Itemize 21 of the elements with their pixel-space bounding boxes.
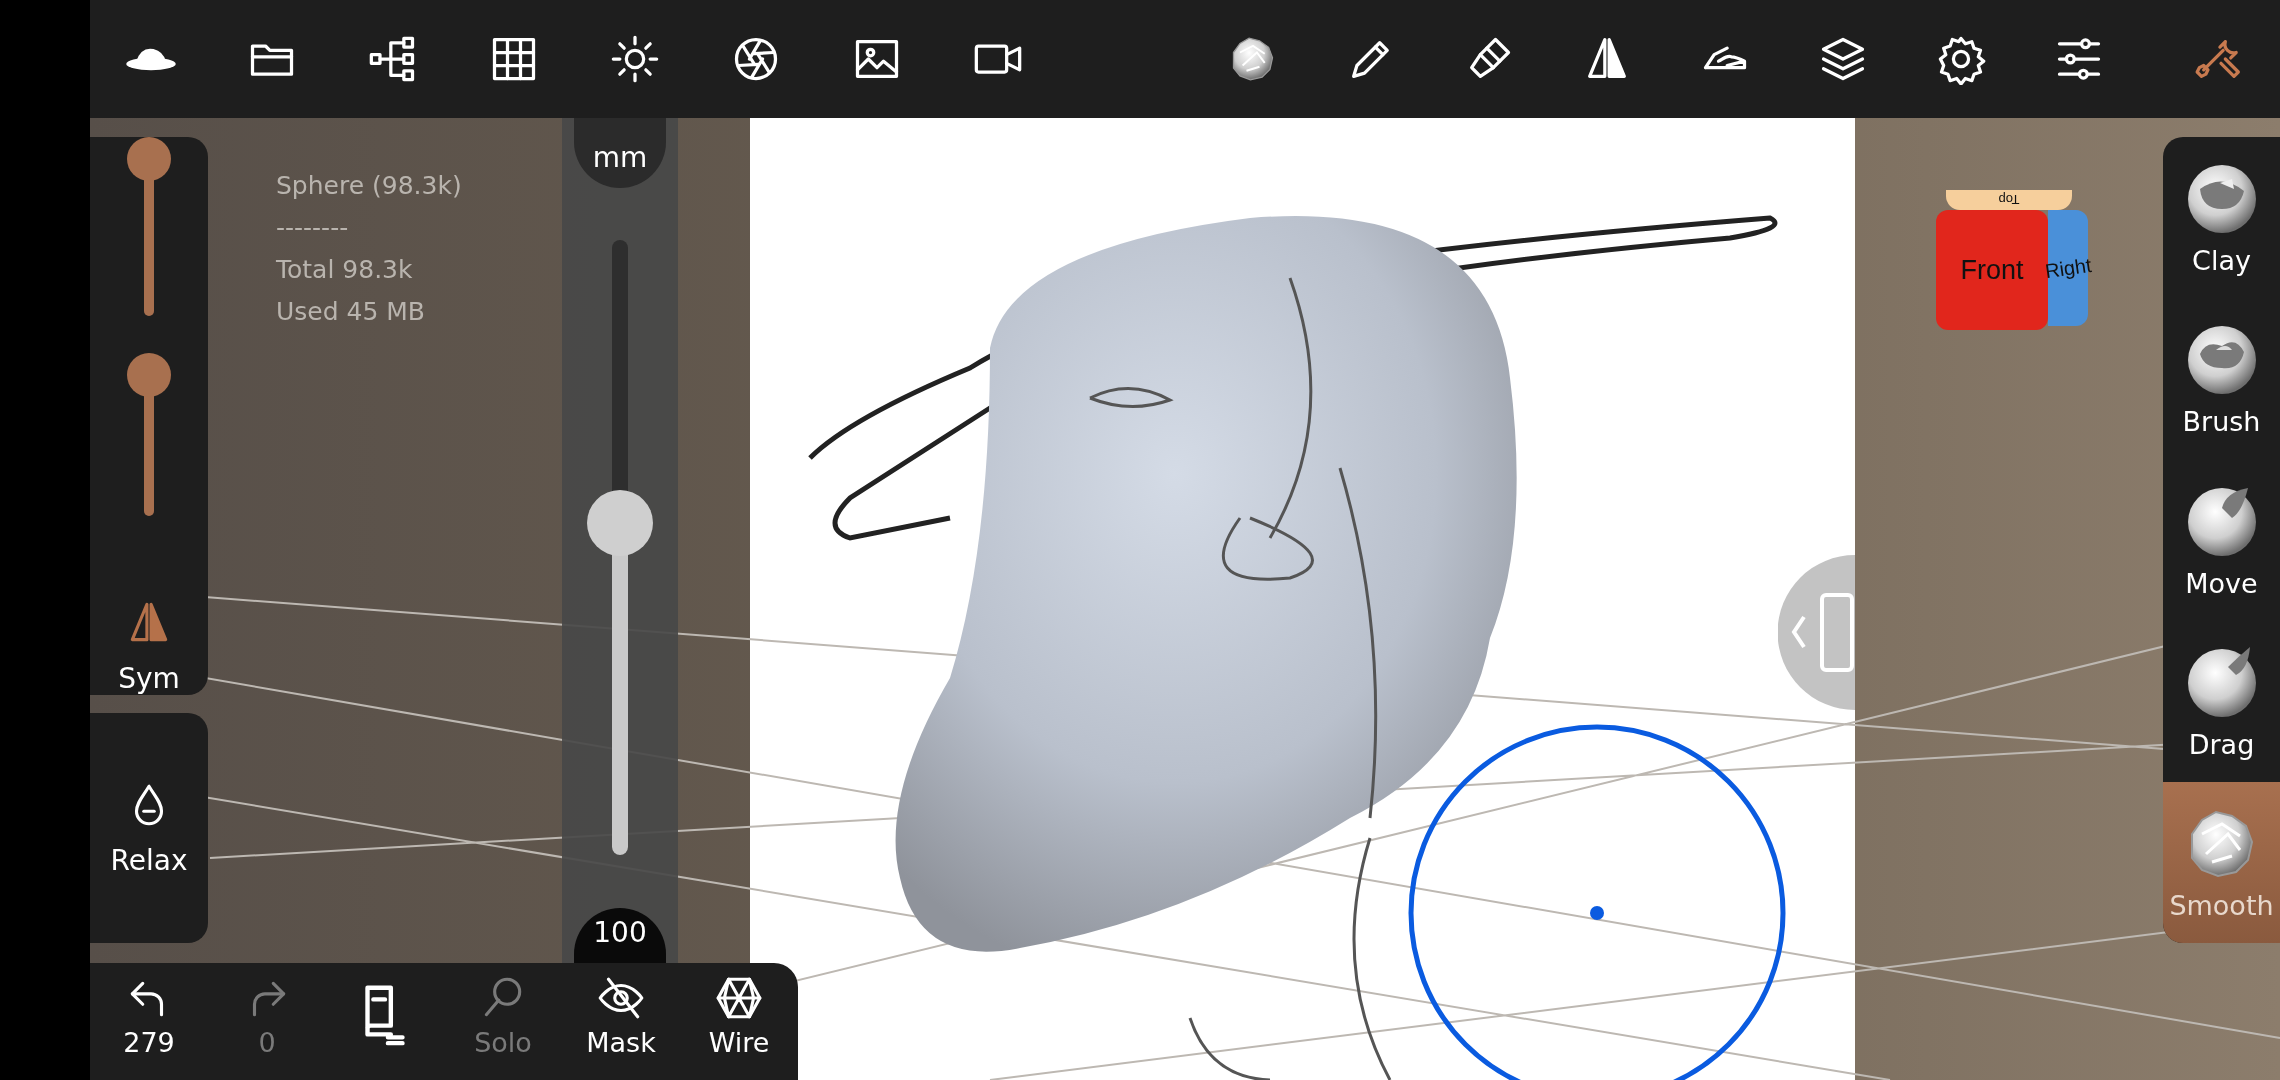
toolbar-button[interactable]: Wire <box>680 963 798 1080</box>
brush-tool-button[interactable]: Clay <box>2163 137 2280 299</box>
radius-value: mm <box>574 118 666 188</box>
slider-thumb[interactable] <box>127 353 171 398</box>
toolbar-button[interactable]: 279 <box>90 963 208 1080</box>
relax-button[interactable]: Relax <box>110 779 188 877</box>
stats-text: Used 45 MB <box>276 296 426 328</box>
intensity-value: 100 <box>574 908 666 963</box>
symmetry-button[interactable]: Sym <box>118 598 180 695</box>
brush-tool-button[interactable]: Move <box>2163 459 2280 621</box>
hat-icon <box>124 46 177 72</box>
toolbar-button[interactable]: Mask <box>562 963 680 1080</box>
stats-text: -------- <box>276 212 350 244</box>
stats-text: Total 98.3k <box>276 254 414 286</box>
brush-tool-button[interactable]: Brush <box>2163 298 2280 460</box>
brush-tool-button[interactable]: Drag <box>2163 620 2280 782</box>
slider-thumb[interactable] <box>127 137 171 181</box>
view-cube-face[interactable]: Top <box>1946 190 2072 210</box>
stats-text: Sphere (98.3k) <box>276 170 462 202</box>
panel-toggle-handle[interactable] <box>1778 555 1855 710</box>
brush-tool-button[interactable]: Smooth <box>2163 781 2280 943</box>
